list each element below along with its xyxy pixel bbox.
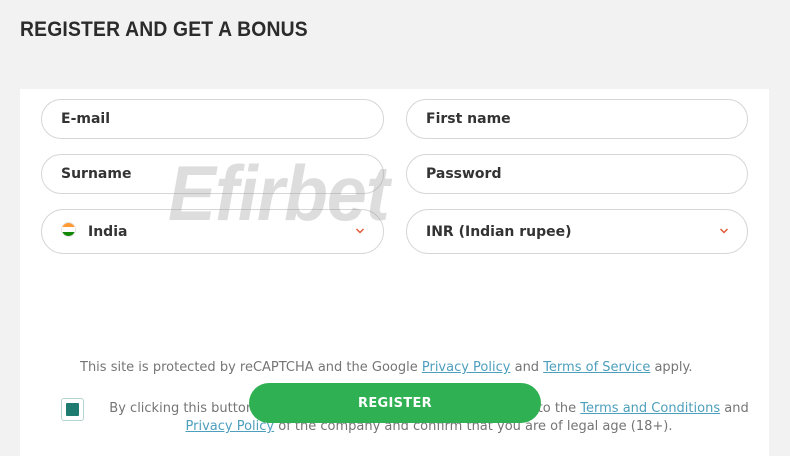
currency-value: INR (Indian rupee) (426, 223, 572, 240)
page-title: REGISTER AND GET A BONUS (20, 18, 308, 41)
india-flag-icon (61, 222, 76, 237)
surname-input[interactable] (61, 166, 383, 182)
country-value: India (88, 223, 128, 240)
privacy-policy-link[interactable]: Privacy Policy (422, 360, 511, 375)
chevron-down-icon (719, 228, 729, 234)
email-field[interactable] (41, 99, 384, 139)
consent-checkbox[interactable] (61, 398, 84, 421)
first-name-field[interactable] (406, 99, 748, 139)
password-input[interactable] (426, 166, 747, 182)
currency-select[interactable]: INR (Indian rupee) (406, 209, 748, 254)
surname-field[interactable] (41, 154, 384, 194)
email-input[interactable] (61, 111, 383, 127)
register-button[interactable]: REGISTER (249, 383, 541, 423)
terms-and-conditions-link[interactable]: Terms and Conditions (580, 401, 720, 416)
terms-of-service-link[interactable]: Terms of Service (543, 360, 650, 375)
chevron-down-icon (355, 228, 365, 234)
country-select[interactable]: India (41, 209, 384, 254)
recaptcha-notice: This site is protected by reCAPTCHA and … (80, 360, 693, 375)
password-field[interactable] (406, 154, 748, 194)
first-name-input[interactable] (426, 111, 747, 127)
checkbox-checked-mark (66, 403, 79, 416)
